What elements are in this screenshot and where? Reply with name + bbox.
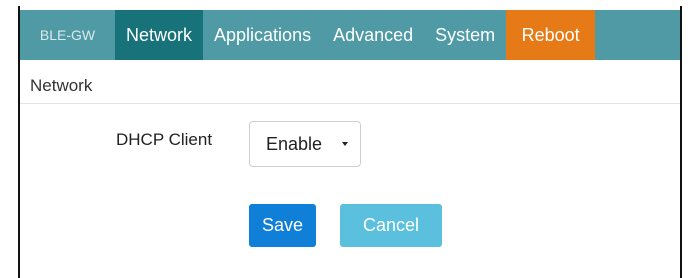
dhcp-client-label: DHCP Client [116,130,213,149]
cancel-button[interactable]: Cancel [340,204,442,247]
nav-system[interactable]: System [424,10,506,60]
caret-down-icon [342,142,348,146]
section-title: Network [30,76,93,95]
navbar-spacer [595,10,680,60]
nav-advanced[interactable]: Advanced [322,10,424,60]
dhcp-client-select[interactable]: Enable [249,121,361,167]
top-navbar: BLE-GW Network Applications Advanced Sys… [20,10,680,60]
nav-reboot[interactable]: Reboot [506,10,596,60]
nav-network[interactable]: Network [115,10,204,60]
save-button[interactable]: Save [249,204,316,247]
brand-logo[interactable]: BLE-GW [20,10,115,60]
section-divider [20,103,680,104]
app-frame: BLE-GW Network Applications Advanced Sys… [18,6,682,278]
dhcp-client-value: Enable [266,133,323,154]
nav-applications[interactable]: Applications [203,10,322,60]
